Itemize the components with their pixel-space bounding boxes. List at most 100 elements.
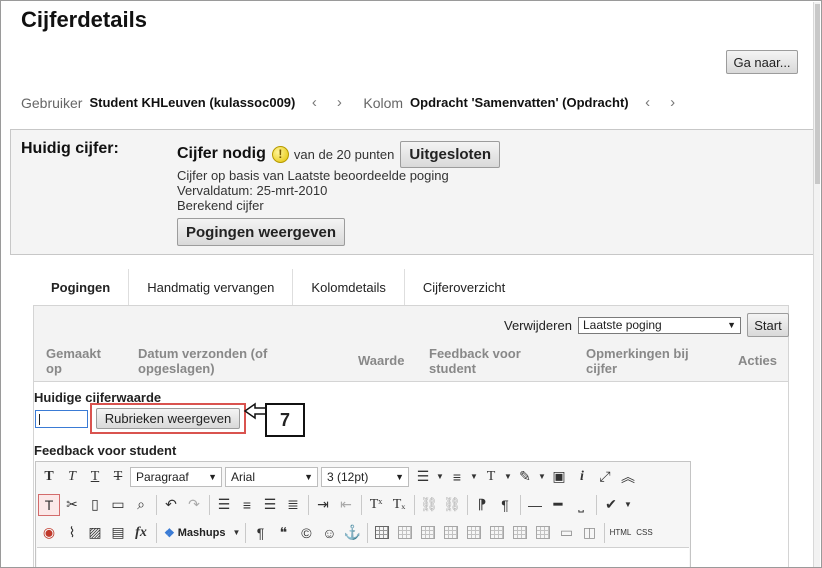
delete-select[interactable]: Laatste poging ▼	[578, 317, 741, 334]
strikethrough-icon[interactable]: T	[107, 466, 129, 488]
cut-icon[interactable]: ✂	[61, 494, 83, 516]
attempts-header: Verwijderen Laatste poging ▼ Start Gemaa…	[34, 306, 789, 382]
spellcheck-icon[interactable]: ✔	[600, 494, 622, 516]
collapse-icon[interactable]: ︽	[617, 466, 639, 488]
dropdown-arrow-icon[interactable]: ▼	[231, 522, 241, 544]
image-icon[interactable]: ▨	[84, 522, 106, 544]
emoticon-icon[interactable]: ☺	[318, 522, 340, 544]
superscript-icon[interactable]: Tˣ	[365, 494, 387, 516]
paste-text-icon[interactable]: T	[38, 493, 60, 516]
record-icon[interactable]: ◉	[38, 522, 60, 544]
format-select[interactable]: Paragraaf ▼	[130, 466, 222, 487]
text-caret	[39, 414, 40, 425]
paste-icon[interactable]: ▭	[107, 494, 129, 516]
table-col-after-icon[interactable]	[486, 522, 508, 544]
grade-value-input[interactable]	[35, 410, 88, 428]
align-left-icon[interactable]: ☰	[213, 494, 235, 516]
rtl-icon[interactable]: ¶	[494, 494, 516, 516]
tab-grade-history[interactable]: Cijferoverzicht	[403, 269, 523, 305]
subscript-icon[interactable]: Tₓ	[388, 494, 410, 516]
table-row-after-icon[interactable]	[417, 522, 439, 544]
table-merge-icon[interactable]	[532, 522, 554, 544]
bullet-list-icon[interactable]: ☰	[412, 466, 434, 488]
dropdown-arrow-icon[interactable]: ▼	[435, 466, 445, 488]
table-props-icon[interactable]: ◫	[578, 522, 600, 544]
indent-icon[interactable]: ⇥	[312, 494, 334, 516]
preview-icon[interactable]: ▣	[548, 466, 570, 488]
tab-manual-override[interactable]: Handmatig vervangen	[128, 269, 292, 305]
next-user-icon[interactable]: ›	[333, 94, 345, 111]
tab-column-details[interactable]: Kolomdetails	[292, 269, 403, 305]
formula-icon[interactable]: fx	[130, 522, 152, 544]
start-button[interactable]: Start	[747, 313, 789, 337]
find-icon[interactable]: ⌕	[130, 494, 152, 516]
table-split-icon[interactable]: ▭	[555, 522, 577, 544]
dropdown-arrow-icon: ▼	[727, 320, 736, 330]
nonbreaking-space-icon[interactable]: ⎵	[570, 494, 592, 516]
mashups-menu[interactable]: ❖ Mashups	[160, 523, 229, 543]
numbered-list-icon[interactable]: ≡	[446, 466, 468, 488]
column-header[interactable]: Feedback voor student	[429, 346, 521, 376]
user-value: Student KHLeuven (kulassoc009)	[89, 95, 296, 110]
align-center-icon[interactable]: ≡	[236, 494, 258, 516]
ltr-icon[interactable]: ⁋	[471, 494, 493, 516]
column-header[interactable]: Datum verzonden (of opgeslagen)	[138, 346, 267, 376]
css-button[interactable]: CSS	[633, 522, 655, 544]
align-right-icon[interactable]: ☰	[259, 494, 281, 516]
outdent-icon[interactable]: ⇤	[335, 494, 357, 516]
dropdown-arrow-icon[interactable]: ▼	[469, 466, 479, 488]
table-col-before-icon[interactable]	[463, 522, 485, 544]
bold-icon[interactable]: T	[38, 466, 60, 488]
show-rubrics-button[interactable]: Rubrieken weergeven	[96, 408, 240, 429]
vertical-scrollbar[interactable]	[813, 2, 820, 567]
prev-user-icon[interactable]: ‹	[308, 94, 320, 111]
grade-info-line: Vervaldatum: 25-mrt-2010	[177, 183, 328, 198]
horizontal-rule-icon[interactable]: —	[524, 494, 546, 516]
goto-button[interactable]: Ga naar...	[726, 50, 798, 74]
show-attempts-button[interactable]: Pogingen weergeven	[177, 218, 346, 246]
prev-column-icon[interactable]: ‹	[642, 94, 654, 111]
info-icon[interactable]: i	[571, 466, 593, 488]
quote-icon[interactable]: ❝	[272, 522, 294, 544]
fullscreen-icon[interactable]: ⤢	[594, 466, 616, 488]
table-row-before-icon[interactable]	[394, 522, 416, 544]
redo-icon[interactable]: ↷	[183, 494, 205, 516]
attach-icon[interactable]: ⌇	[61, 522, 83, 544]
size-select[interactable]: 3 (12pt) ▼	[321, 466, 409, 487]
table-delete-col-icon[interactable]	[509, 522, 531, 544]
highlight-pen-icon[interactable]: ✎	[514, 466, 536, 488]
unlink-icon[interactable]: ⛓	[441, 494, 463, 516]
copyright-icon[interactable]: ©	[295, 522, 317, 544]
next-column-icon[interactable]: ›	[667, 94, 679, 111]
dropdown-arrow-icon: ▼	[395, 471, 404, 482]
anchor-icon[interactable]: ⚓	[341, 522, 363, 544]
dropdown-arrow-icon[interactable]: ▼	[623, 494, 633, 516]
column-header[interactable]: Waarde	[358, 353, 404, 368]
media-icon[interactable]: ▤	[107, 522, 129, 544]
excluded-button[interactable]: Uitgesloten	[400, 140, 501, 168]
dropdown-arrow-icon[interactable]: ▼	[537, 466, 547, 488]
copy-icon[interactable]: ▯	[84, 494, 106, 516]
font-select[interactable]: Arial ▼	[225, 466, 318, 487]
table-icon[interactable]	[371, 522, 393, 544]
current-grade-details: Cijfer nodig ! van de 20 punten Uitgeslo…	[177, 140, 501, 246]
text-color-icon[interactable]: T	[480, 466, 502, 488]
html-button[interactable]: HTML	[608, 522, 632, 544]
paragraph-icon[interactable]: ¶	[249, 522, 271, 544]
justify-icon[interactable]: ≣	[282, 494, 304, 516]
column-header[interactable]: Opmerkingen bij cijfer	[586, 346, 689, 376]
column-header[interactable]: Gemaakt op	[46, 346, 101, 376]
underline-icon[interactable]: T	[84, 466, 106, 488]
table-delete-row-icon[interactable]	[440, 522, 462, 544]
tab-attempts[interactable]: Pogingen	[33, 269, 128, 305]
italic-icon[interactable]: T	[61, 466, 83, 488]
dropdown-arrow-icon[interactable]: ▼	[503, 466, 513, 488]
step-callout: 7	[265, 403, 305, 437]
undo-icon[interactable]: ↶	[160, 494, 182, 516]
column-header[interactable]: Acties	[738, 353, 777, 368]
link-icon[interactable]: ⛓	[418, 494, 440, 516]
scrollbar-thumb[interactable]	[815, 4, 820, 184]
grade-info-line: Berekend cijfer	[177, 198, 264, 213]
feedback-text-area[interactable]	[37, 547, 689, 567]
thick-rule-icon[interactable]: ━	[547, 494, 569, 516]
